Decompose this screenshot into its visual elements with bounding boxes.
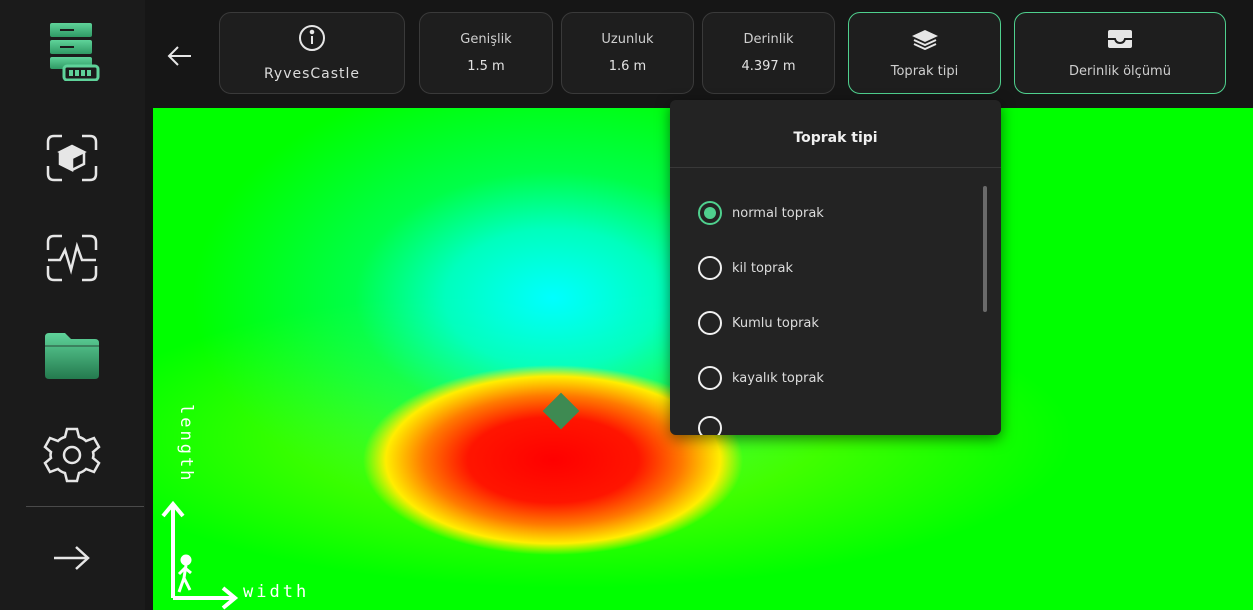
project-title: RyvesCastle [263,66,361,82]
signal-scan-button[interactable] [30,228,114,288]
device-button[interactable] [30,20,114,81]
signal-scan-icon [46,234,98,282]
arrow-right-icon [54,546,90,570]
radio-unselected-icon [698,416,722,435]
axis-width-label: width [243,582,310,602]
soil-option-rocky[interactable]: kayalık toprak [698,363,824,393]
width-card: Genişlik 1.5 m [419,12,553,94]
radio-unselected-icon [698,366,722,390]
soil-type-button[interactable]: Toprak tipi [848,12,1001,94]
depth-measurement-button[interactable]: Derinlik ölçümü [1014,12,1226,94]
length-card: Uzunluk 1.6 m [561,12,694,94]
soil-option-clay[interactable]: kil toprak [698,253,793,283]
arrow-left-icon [167,46,191,66]
scan-3d-button[interactable] [30,128,114,188]
layers-icon [911,29,938,50]
sidebar-divider [26,506,144,507]
back-button[interactable] [160,36,200,76]
radio-unselected-icon [698,311,722,335]
dropdown-title: Toprak tipi [793,130,878,146]
soil-option-label: Kumlu toprak [732,315,819,331]
info-icon [299,25,325,51]
soil-option-normal[interactable]: normal toprak [698,198,824,228]
soil-option-sandy[interactable]: Kumlu toprak [698,308,819,338]
soil-option-label: kil toprak [732,260,794,276]
soil-option-label: normal toprak [732,205,824,221]
gear-icon [43,427,101,483]
walking-person-icon [177,554,192,593]
soil-option-label: kayalık toprak [732,370,824,386]
device-battery-icon [50,23,100,81]
settings-button[interactable] [30,425,114,485]
depth-card: Derinlik 4.397 m [702,12,835,94]
sidebar [0,0,145,610]
depth-label: Derinlik [743,32,794,47]
width-label: Genişlik [460,32,512,47]
length-value: 1.6 m [608,59,647,74]
depth-measurement-button-label: Derinlik ölçümü [1069,63,1171,79]
soil-type-dropdown: Toprak tipi normal toprak kil toprak Kum… [670,100,1001,435]
info-card[interactable]: RyvesCastle [219,12,405,94]
inbox-icon [1108,29,1132,48]
dropdown-scrollbar[interactable] [983,186,987,312]
folder-button[interactable] [30,325,114,385]
soil-type-button-label: Toprak tipi [890,63,959,79]
width-value: 1.5 m [467,59,505,74]
soil-option-partial[interactable] [698,413,732,435]
next-button[interactable] [30,528,114,588]
axis-length-label: length [176,404,196,484]
radio-selected-icon [698,201,722,225]
length-label: Uzunluk [601,32,654,47]
radio-unselected-icon [698,256,722,280]
scan-3d-icon [46,134,98,182]
folder-icon [45,333,99,379]
depth-value: 4.397 m [741,59,796,74]
dropdown-divider [670,167,1001,168]
